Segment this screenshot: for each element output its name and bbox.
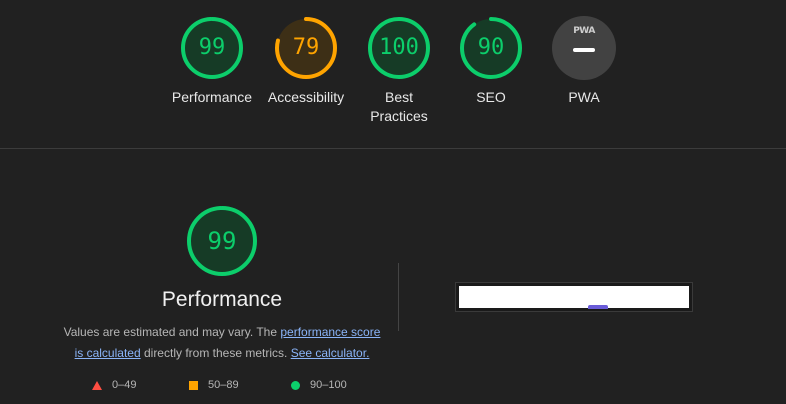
category-gauges: 99 Performance 79 Accessibility 100 Best… [0,0,786,148]
desc-text-2: directly from these metrics. [140,346,291,360]
screenshot-highlight-marker [588,305,608,309]
gauge-label: Performance [171,89,253,105]
lighthouse-report: 99 Performance 79 Accessibility 100 Best… [0,0,786,404]
gauge-performance[interactable]: 99 Performance [167,16,257,107]
triangle-icon [92,380,102,390]
legend-range: 90–100 [310,379,347,391]
desc-text-1: Values are estimated and may vary. The [63,325,281,339]
pwa-dash-icon [573,48,595,52]
gauge-ring: 100 [367,16,431,80]
performance-description: Values are estimated and may vary. The p… [62,322,382,364]
performance-gauge: 99 [186,205,258,277]
gauge-score: 99 [198,35,226,60]
gauge-label: Accessibility [267,89,345,105]
section-divider [0,148,786,149]
gauge-label: Best Practices [370,89,428,124]
gauge-seo[interactable]: 90 SEO [446,16,536,107]
gauge-pwa[interactable]: PWA PWA [539,16,629,107]
legend-pass: 90–100 [291,377,347,393]
gauge-ring: 99 [180,16,244,80]
gauge-ring: 90 [459,16,523,80]
pwa-badge-text: PWA [573,26,595,36]
gauge-best-practices[interactable]: 100 Best Practices [354,16,444,126]
legend-range: 0–49 [112,379,137,391]
performance-score: 99 [207,227,237,255]
pwa-badge-icon: PWA [552,16,616,80]
screenshot-image [459,286,689,308]
gauge-accessibility[interactable]: 79 Accessibility [261,16,351,107]
gauge-label: PWA [568,89,600,105]
gauge-score: 90 [477,35,505,60]
circle-icon [291,380,300,390]
gauge-score: 79 [292,35,320,60]
see-calculator-link[interactable]: See calculator. [291,346,370,360]
gauge-ring: 79 [274,16,338,80]
gauge-label: SEO [476,89,506,105]
vertical-separator [398,263,399,331]
square-icon [189,380,198,390]
legend-range: 50–89 [208,379,239,391]
page-screenshot-thumbnail[interactable] [455,282,693,312]
gauge-score: 100 [379,35,419,60]
performance-title: Performance [161,288,283,311]
legend-average: 50–89 [189,377,239,393]
legend-fail: 0–49 [92,377,136,393]
